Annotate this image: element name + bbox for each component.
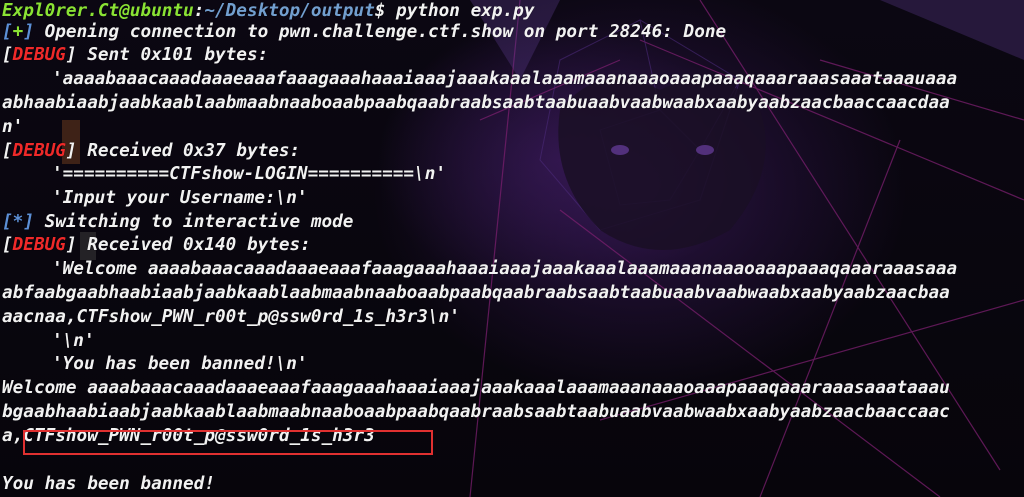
bracket-open: [ bbox=[2, 45, 13, 65]
login-banner-line: '==========CTFshow-LOGIN==========\n' bbox=[52, 164, 447, 184]
log-text: Received 0x140 bytes: bbox=[76, 235, 311, 255]
prompt-separator: : bbox=[193, 1, 205, 21]
terminal-window[interactable]: Expl0rer.Ct@ubuntu:~/Desktop/output$ pyt… bbox=[0, 0, 1024, 497]
payload-line-3: n' bbox=[2, 117, 24, 137]
log-line-received-welcome: [DEBUG] Received 0x140 bytes: bbox=[2, 234, 311, 258]
log-text: Opening connection to pwn.challenge.ctf.… bbox=[33, 22, 727, 42]
prompt-line: Expl0rer.Ct@ubuntu:~/Desktop/output$ pyt… bbox=[2, 0, 534, 24]
log-line-received-login: [DEBUG] Received 0x37 bytes: bbox=[2, 140, 300, 164]
output-welcome-line-2: bgaabhaabiaabjaabkaablaabmaabnaaboaabpaa… bbox=[2, 402, 950, 422]
bracket-close: ] bbox=[65, 235, 77, 255]
username-prompt-line: 'Input your Username:\n' bbox=[52, 188, 308, 208]
welcome-bytes-line-3: aacnaa,CTFshow_PWN_r00t_p@ssw0rd_1s_h3r3… bbox=[2, 307, 460, 327]
banned-bytes-line: 'You has been banned!\n' bbox=[52, 354, 308, 374]
log-line-interactive: [*] Switching to interactive mode bbox=[2, 211, 353, 235]
log-text: Sent 0x101 bytes: bbox=[76, 45, 269, 65]
output-welcome-line-1: Welcome aaaabaaacaaadaaaeaaafaaagaaahaaa… bbox=[2, 378, 950, 398]
bracket-open: [ bbox=[2, 141, 13, 161]
bracket-close: ] bbox=[23, 22, 34, 42]
flag-prefix: a, bbox=[2, 426, 24, 446]
payload-line-1: 'aaaabaaacaaadaaaeaaafaaagaaahaaaiaaajaa… bbox=[52, 69, 958, 89]
log-text: Switching to interactive mode bbox=[33, 212, 354, 232]
prompt-user-host: Expl0rer.Ct@ubuntu bbox=[2, 1, 194, 21]
output-banned-line: You has been banned! bbox=[2, 474, 215, 494]
prompt-symbol: $ bbox=[374, 1, 386, 21]
status-star-icon: * bbox=[12, 212, 24, 232]
prompt-path: ~/Desktop/output bbox=[204, 1, 375, 21]
debug-tag: DEBUG bbox=[12, 45, 66, 65]
newline-bytes-line: '\n' bbox=[52, 331, 95, 351]
log-text: Received 0x37 bytes: bbox=[76, 141, 301, 161]
bracket-open: [ bbox=[2, 212, 13, 232]
bracket-close: ] bbox=[65, 141, 77, 161]
welcome-bytes-line-2: abfaabgaabhaabiaabjaabkaablaabmaabnaaboa… bbox=[2, 283, 950, 303]
bracket-open: [ bbox=[2, 22, 13, 42]
log-line-sent: [DEBUG] Sent 0x101 bytes: bbox=[2, 44, 268, 68]
status-plus-icon: + bbox=[12, 22, 24, 42]
payload-line-2: abhaabiaabjaabkaablaabmaabnaaboaabpaabqa… bbox=[2, 93, 950, 113]
bracket-open: [ bbox=[2, 235, 13, 255]
prompt-command: python exp.py bbox=[385, 1, 535, 21]
debug-tag: DEBUG bbox=[12, 235, 66, 255]
log-line-opening: [+] Opening connection to pwn.challenge.… bbox=[2, 21, 726, 45]
flag-highlight-box bbox=[23, 430, 433, 455]
bracket-close: ] bbox=[23, 212, 34, 232]
welcome-bytes-line-1: 'Welcome aaaabaaacaaadaaaeaaafaaagaaahaa… bbox=[52, 259, 958, 279]
debug-tag: DEBUG bbox=[12, 141, 66, 161]
bracket-close: ] bbox=[65, 45, 77, 65]
